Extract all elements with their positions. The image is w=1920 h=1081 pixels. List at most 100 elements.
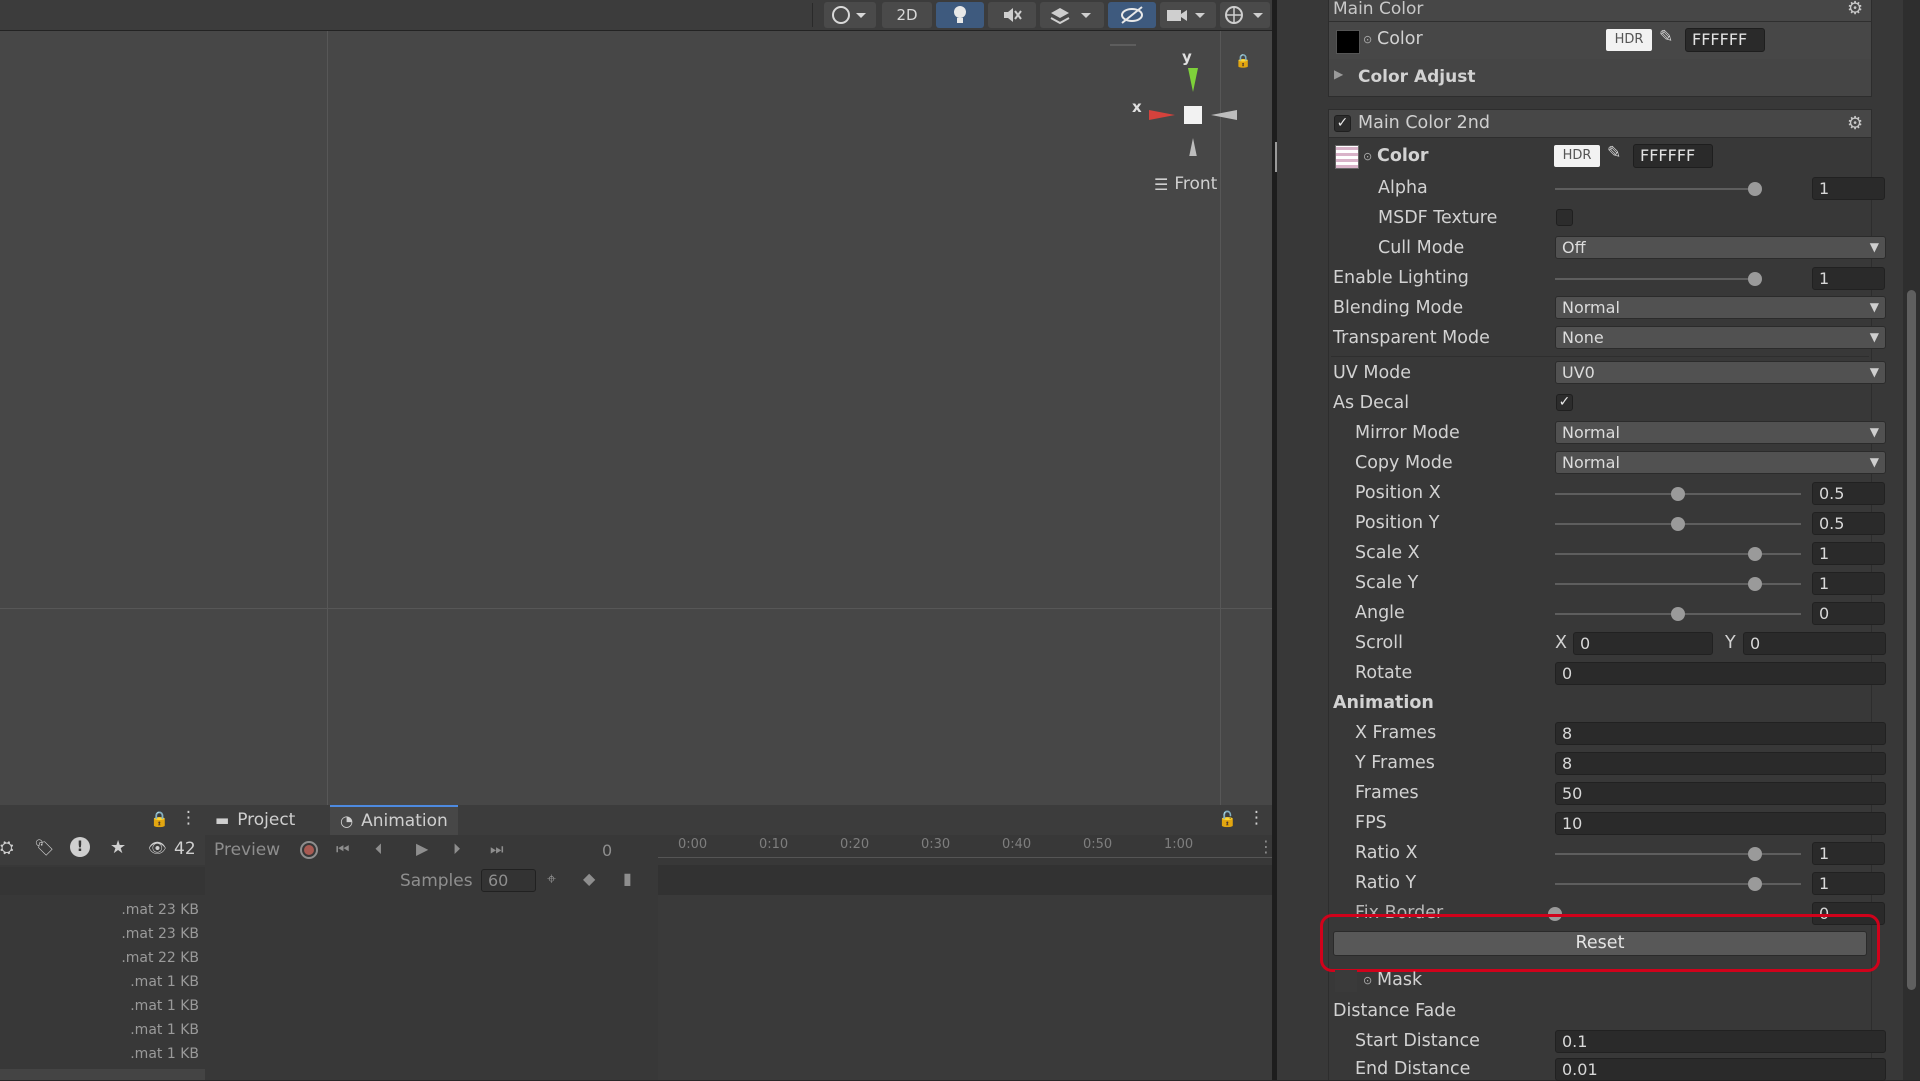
asset-row[interactable]: .mat 22 KB (121, 950, 199, 966)
scale-y-slider-knob[interactable] (1748, 577, 1762, 591)
texture-thumbnail[interactable] (1335, 145, 1359, 169)
asset-row[interactable]: .mat 23 KB (121, 926, 199, 942)
asset-row[interactable]: .mat 1 KB (130, 998, 199, 1014)
ratio-y-slider-knob[interactable] (1748, 877, 1762, 891)
drag-handle[interactable] (1110, 44, 1136, 46)
scale-y-slider[interactable] (1555, 583, 1801, 585)
hdr-button[interactable]: HDR (1554, 145, 1600, 167)
ratio-x-slider[interactable] (1555, 853, 1801, 855)
as-decal-checkbox[interactable]: ✓ (1556, 394, 1573, 411)
ratio-y-field[interactable]: 1 (1812, 872, 1885, 895)
hidden-objects-toggle-button[interactable] (1108, 2, 1156, 28)
property-list[interactable] (205, 895, 659, 1080)
gear-icon[interactable]: ⚙ (1847, 113, 1863, 134)
last-keyframe-icon[interactable]: ⏭ (490, 840, 504, 858)
lighting-slider-knob[interactable] (1748, 272, 1762, 286)
msdf-texture-checkbox[interactable] (1556, 209, 1573, 226)
alpha-slider-knob[interactable] (1748, 182, 1762, 196)
blending-mode-dropdown[interactable]: Normal ▼ (1555, 296, 1886, 319)
audio-toggle-button[interactable] (988, 2, 1036, 28)
scale-x-field[interactable]: 1 (1812, 542, 1885, 565)
uv-mode-dropdown[interactable]: UV0 ▼ (1555, 361, 1886, 384)
asset-row[interactable]: .mat 1 KB (130, 1022, 199, 1038)
play-icon[interactable]: ▶ (416, 839, 428, 858)
shading-mode-button[interactable] (824, 2, 876, 28)
ratio-x-field[interactable]: 1 (1812, 842, 1885, 865)
tab-animation[interactable]: ◔ Animation (330, 805, 458, 835)
scale-x-slider[interactable] (1555, 553, 1801, 555)
selected-asset-row[interactable] (0, 1069, 205, 1080)
ratio-y-slider[interactable] (1555, 883, 1801, 885)
asset-row[interactable]: .mat 1 KB (130, 974, 199, 990)
camera-dropdown-button[interactable] (1160, 2, 1216, 28)
eyedropper-icon[interactable]: ✎ (1659, 27, 1673, 47)
toggle-2d-button[interactable]: 2D (882, 2, 932, 28)
lighting-toggle-button[interactable] (936, 2, 984, 28)
filter-by-type-icon[interactable]: ⛭ (0, 838, 14, 858)
lock-icon[interactable]: 🔒 (150, 810, 169, 828)
position-y-slider-knob[interactable] (1671, 517, 1685, 531)
kebab-menu-icon[interactable]: ⋮ (180, 808, 197, 828)
position-x-slider-knob[interactable] (1671, 487, 1685, 501)
hidden-eye-icon[interactable]: 👁 (148, 839, 167, 857)
hdr-button[interactable]: HDR (1606, 29, 1652, 51)
cull-mode-dropdown[interactable]: Off ▼ (1555, 236, 1886, 259)
angle-field[interactable]: 0 (1812, 602, 1885, 625)
lighting-slider[interactable] (1555, 278, 1755, 280)
label-tag-icon[interactable]: 🏷 (34, 838, 54, 857)
copy-mode-dropdown[interactable]: Normal ▼ (1555, 451, 1886, 474)
preview-button[interactable]: Preview (214, 840, 280, 860)
eyedropper-icon[interactable]: ✎ (1607, 143, 1621, 163)
view-mode-dropdown[interactable]: ☰ Front (1154, 174, 1217, 194)
x-frames-field[interactable]: 8 (1555, 722, 1886, 745)
scroll-y-field[interactable]: 0 (1743, 632, 1886, 655)
previous-keyframe-icon[interactable]: ⏴ (375, 840, 383, 858)
add-keyframe-icon[interactable]: ◆ (583, 869, 595, 888)
asset-row[interactable]: .mat 23 KB (121, 902, 199, 918)
samples-field[interactable]: 60 (481, 869, 536, 892)
ratio-x-slider-knob[interactable] (1748, 847, 1762, 861)
tab-project[interactable]: ▬ Project (205, 805, 305, 835)
effects-dropdown-button[interactable] (1040, 2, 1104, 28)
frame-field[interactable]: 0 (595, 839, 655, 862)
dopesheet[interactable] (658, 895, 1272, 1080)
position-y-field[interactable]: 0.5 (1812, 512, 1885, 535)
first-keyframe-icon[interactable]: ⏮ (336, 840, 350, 858)
hex-field[interactable]: FFFFFF (1685, 28, 1765, 52)
start-distance-field[interactable]: 0.1 (1555, 1030, 1886, 1053)
main-color-2nd-header[interactable]: ✓ Main Color 2nd ⚙ (1328, 109, 1872, 138)
scrollbar-thumb[interactable] (1907, 290, 1916, 990)
add-event-icon[interactable]: ▮ (623, 869, 632, 888)
warning-icon[interactable]: ! (70, 837, 90, 857)
hex-field[interactable]: FFFFFF (1633, 144, 1713, 168)
gear-icon[interactable]: ⚙ (1847, 0, 1863, 19)
next-keyframe-icon[interactable]: ⏵ (453, 840, 461, 858)
position-x-field[interactable]: 0.5 (1812, 482, 1885, 505)
color-swatch[interactable] (1336, 30, 1360, 54)
end-distance-field[interactable]: 0.01 (1555, 1058, 1886, 1081)
inspector-scrollbar[interactable] (1903, 0, 1920, 1080)
scene-view[interactable]: 2D y x 🔒 ☰ Front (0, 0, 1272, 805)
scene-orientation-gizmo[interactable]: y x (1130, 46, 1240, 156)
fps-field[interactable]: 10 (1555, 812, 1886, 835)
angle-slider-knob[interactable] (1671, 607, 1685, 621)
scale-y-field[interactable]: 1 (1812, 572, 1885, 595)
scale-x-slider-knob[interactable] (1748, 547, 1762, 561)
gizmos-dropdown-button[interactable] (1220, 2, 1270, 28)
lock-icon[interactable]: 🔒 (1235, 54, 1251, 69)
add-keyframe-target-icon[interactable]: ⌖ (547, 869, 556, 889)
favorite-star-icon[interactable]: ★ (110, 837, 126, 858)
y-frames-field[interactable]: 8 (1555, 752, 1886, 775)
asset-row[interactable]: .mat 1 KB (130, 1046, 199, 1062)
rotate-field[interactable]: 0 (1555, 662, 1886, 685)
event-lane[interactable] (658, 865, 1272, 895)
transparent-mode-dropdown[interactable]: None ▼ (1555, 326, 1886, 349)
unlock-icon[interactable]: 🔓 (1218, 810, 1237, 828)
frames-field[interactable]: 50 (1555, 782, 1886, 805)
alpha-field[interactable]: 1 (1812, 177, 1885, 200)
timeline-ruler[interactable]: 0:00 0:10 0:20 0:30 0:40 0:50 1:00 ⋮ (658, 835, 1274, 865)
color-adjust-foldout[interactable]: ▶ Color Adjust (1329, 59, 1871, 96)
mask-thumbnail[interactable] (1335, 970, 1357, 992)
lighting-field[interactable]: 1 (1812, 267, 1885, 290)
record-button[interactable] (300, 841, 318, 859)
